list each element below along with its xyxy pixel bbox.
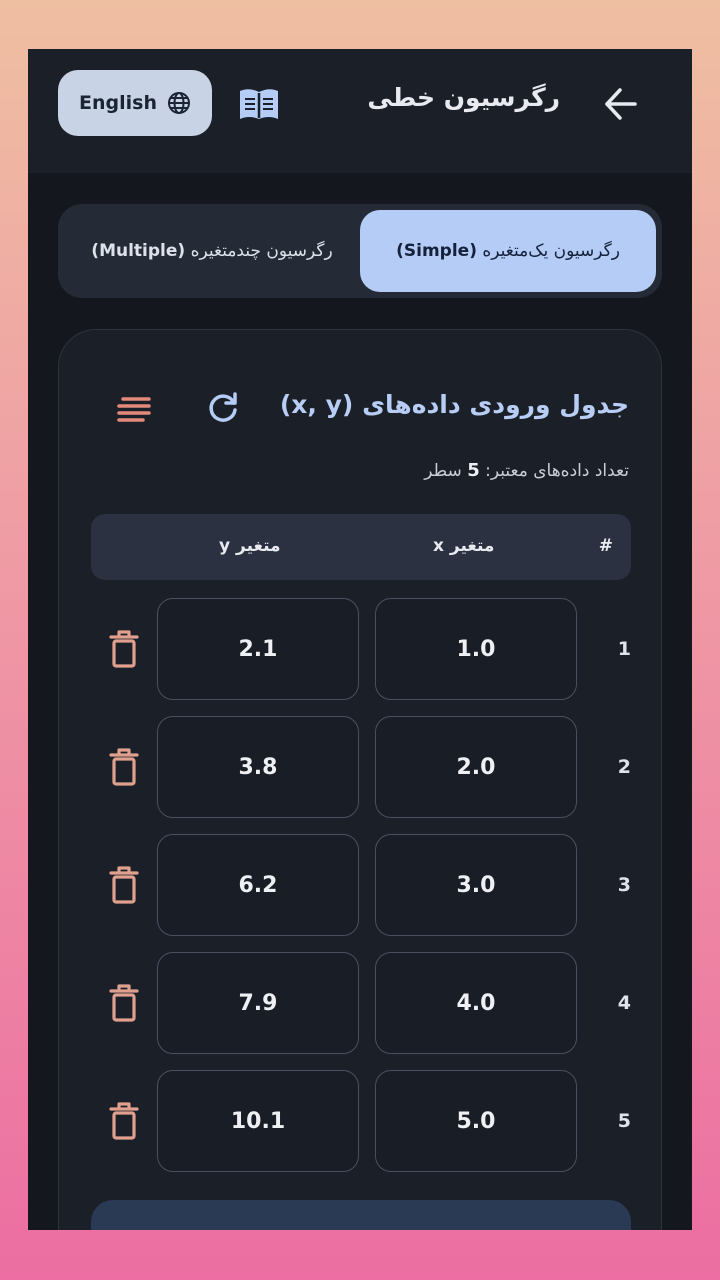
y-input[interactable]: 7.9: [157, 952, 359, 1054]
app-bar: English رگرسیون خطی: [28, 49, 692, 173]
valid-count-unit: سطر: [424, 461, 462, 481]
header-x: متغیر x: [433, 536, 495, 556]
x-input[interactable]: 4.0: [375, 952, 577, 1054]
page-title: رگرسیون خطی: [367, 83, 560, 112]
valid-count-value: 5: [467, 460, 480, 481]
x-input[interactable]: 3.0: [375, 834, 577, 936]
y-input[interactable]: 3.8: [157, 716, 359, 818]
y-input[interactable]: 10.1: [157, 1070, 359, 1172]
add-row-button[interactable]: [91, 1200, 631, 1230]
row-number: 4: [617, 992, 631, 1014]
globe-icon: [167, 92, 190, 114]
trash-icon[interactable]: [109, 1102, 139, 1140]
table-row: 3 3.0 6.2: [59, 834, 663, 938]
row-number: 1: [617, 638, 631, 660]
valid-count-label: تعداد داده‌های معتبر:: [485, 461, 629, 481]
trash-icon[interactable]: [109, 984, 139, 1022]
trash-icon[interactable]: [109, 866, 139, 904]
x-input[interactable]: 2.0: [375, 716, 577, 818]
tab-multiple-tag: (Multiple): [91, 241, 186, 261]
table-row: 1 1.0 2.1: [59, 598, 663, 702]
tab-multiple[interactable]: رگرسیون چندمتغیره (Multiple): [64, 210, 360, 292]
tab-simple-tag: (Simple): [396, 241, 477, 261]
tab-simple[interactable]: رگرسیون یک‌متغیره (Simple): [360, 210, 656, 292]
card-title-tag: (x, y): [279, 390, 354, 419]
row-number: 5: [617, 1110, 631, 1132]
row-number: 3: [617, 874, 631, 896]
row-number: 2: [617, 756, 631, 778]
regression-type-tabs: رگرسیون یک‌متغیره (Simple) رگرسیون چندمت…: [58, 204, 662, 298]
x-input[interactable]: 1.0: [375, 598, 577, 700]
x-input[interactable]: 5.0: [375, 1070, 577, 1172]
table-row: 4 4.0 7.9: [59, 952, 663, 1056]
refresh-icon[interactable]: [205, 390, 241, 426]
table-row: 2 2.0 3.8: [59, 716, 663, 820]
header-y: متغیر y: [219, 536, 281, 556]
language-button[interactable]: English: [58, 70, 212, 136]
language-button-label: English: [79, 92, 157, 114]
card-title: جدول ورودی داده‌های (x, y): [280, 390, 629, 419]
trash-icon[interactable]: [109, 748, 139, 786]
tab-simple-label: رگرسیون یک‌متغیره: [482, 241, 620, 261]
valid-count: تعداد داده‌های معتبر: 5 سطر: [424, 460, 629, 481]
table-header: # متغیر x متغیر y: [91, 514, 631, 580]
app-screen: English رگرسیون خطی رگرس: [28, 49, 692, 1230]
y-input[interactable]: 2.1: [157, 598, 359, 700]
sort-lines-icon[interactable]: [115, 394, 153, 424]
card-title-text: جدول ورودی داده‌های: [362, 390, 629, 419]
trash-icon[interactable]: [109, 630, 139, 668]
data-input-card: جدول ورودی داده‌های (x, y) تعداد داده‌ها…: [58, 329, 662, 1230]
y-input[interactable]: 6.2: [157, 834, 359, 936]
header-num: #: [598, 536, 613, 556]
table-row: 5 5.0 10.1: [59, 1070, 663, 1174]
arrow-back-icon[interactable]: [602, 85, 640, 123]
tab-multiple-label: رگرسیون چندمتغیره: [190, 241, 333, 261]
book-icon[interactable]: [238, 87, 280, 121]
